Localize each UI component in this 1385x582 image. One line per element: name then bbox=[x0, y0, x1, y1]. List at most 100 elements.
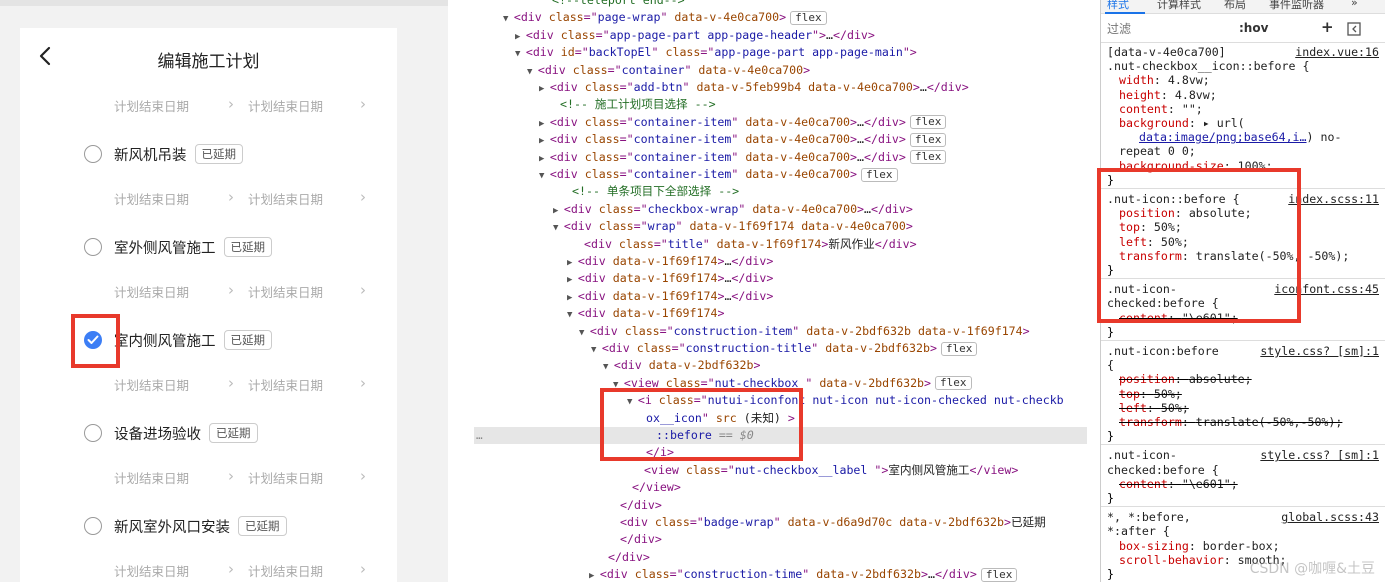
flex-badge[interactable]: flex bbox=[940, 341, 978, 356]
task-checkbox[interactable] bbox=[84, 331, 102, 349]
toggle-sidebar-icon[interactable] bbox=[1347, 22, 1361, 36]
dom-node-line[interactable]: ▼ <i class="nutui-iconfont nut-icon nut-… bbox=[474, 392, 1087, 409]
tab-computed[interactable]: 计算样式 bbox=[1157, 0, 1201, 12]
css-declaration[interactable]: repeat 0 0; bbox=[1107, 144, 1379, 158]
css-declaration[interactable]: content: "\e601"; bbox=[1107, 477, 1379, 491]
date-picker-start[interactable]: 计划结束日期 › bbox=[114, 468, 234, 486]
flex-badge[interactable]: flex bbox=[861, 167, 898, 182]
dom-node-line[interactable]: <!-- 施工计划项目选择 --> bbox=[474, 96, 1087, 113]
task-checkbox[interactable] bbox=[84, 424, 102, 442]
dom-node-line[interactable]: </div> bbox=[474, 497, 1087, 514]
css-declaration[interactable]: position: absolute; bbox=[1107, 372, 1379, 386]
css-declaration[interactable]: top: 50%; bbox=[1107, 220, 1379, 234]
dom-node-line[interactable]: ▶ <div class="container-item" data-v-4e0… bbox=[474, 149, 1087, 166]
collapse-triangle-icon[interactable]: ▼ bbox=[591, 345, 602, 355]
date-picker-start[interactable]: 计划结束日期 › bbox=[114, 375, 234, 393]
task-checkbox[interactable] bbox=[84, 238, 102, 256]
tab-layout[interactable]: 布局 bbox=[1224, 0, 1246, 12]
css-declaration[interactable]: left: 50%; bbox=[1107, 235, 1379, 249]
collapse-triangle-icon[interactable]: ▼ bbox=[539, 171, 550, 181]
dom-node-line[interactable]: ▶ <div class="container-item" data-v-4e0… bbox=[474, 114, 1087, 131]
date-picker-start[interactable]: 计划结束日期 › bbox=[114, 282, 234, 300]
date-picker-end[interactable]: 计划结束日期 › bbox=[248, 468, 368, 486]
task-checkbox[interactable] bbox=[84, 145, 102, 163]
dom-node-line[interactable]: ▶ <div class="add-btn" data-v-5feb99b4 d… bbox=[474, 79, 1087, 96]
date-picker-end[interactable]: 计划结束日期 › bbox=[248, 282, 368, 300]
dom-node-line[interactable]: ▶ <div class="app-page-part app-page-hea… bbox=[474, 27, 1087, 44]
collapse-triangle-icon[interactable]: ▼ bbox=[579, 328, 590, 338]
expand-triangle-icon[interactable]: ▶ bbox=[553, 206, 564, 216]
dom-node-line[interactable]: ▼ <div class="construction-title" data-v… bbox=[474, 340, 1087, 357]
flex-badge[interactable]: flex bbox=[909, 115, 947, 130]
flex-badge[interactable]: flex bbox=[909, 150, 947, 165]
expand-triangle-icon[interactable]: ▶ bbox=[539, 154, 550, 164]
css-declaration[interactable]: width: 4.8vw; bbox=[1107, 73, 1379, 87]
data-url-link[interactable]: data:image/png;base64,i… bbox=[1139, 130, 1307, 144]
dom-node-line[interactable]: </i> bbox=[474, 444, 1087, 461]
expand-triangle-icon[interactable]: ▶ bbox=[539, 136, 550, 146]
dom-node-line[interactable]: <!-- 单条项目下全部选择 --> bbox=[474, 183, 1087, 200]
flex-badge[interactable]: flex bbox=[980, 567, 1018, 582]
expand-triangle-icon[interactable]: ▶ bbox=[539, 119, 550, 129]
tab-more[interactable]: » bbox=[1351, 0, 1358, 9]
rule-source-link[interactable]: style.css? [sm]:1 bbox=[1260, 448, 1379, 462]
rule-source-link[interactable]: index.vue:16 bbox=[1295, 45, 1379, 59]
collapse-triangle-icon[interactable]: ▼ bbox=[515, 49, 526, 59]
dom-node-line[interactable]: ▼ <div class="container" data-v-4e0ca700… bbox=[474, 62, 1087, 79]
css-declaration[interactable]: background: ▸ url( bbox=[1107, 116, 1379, 130]
expand-triangle-icon[interactable]: ▶ bbox=[567, 258, 578, 268]
tab-styles[interactable]: 样式 bbox=[1107, 0, 1129, 12]
dom-node-line[interactable]: <div class="title" data-v-1f69f174>新风作业<… bbox=[474, 236, 1087, 253]
tab-event-listeners[interactable]: 事件监听器 bbox=[1269, 0, 1324, 12]
dom-node-line[interactable]: <!--teleport end--> bbox=[474, 0, 1087, 9]
expand-triangle-icon[interactable]: ▶ bbox=[589, 571, 600, 581]
date-picker-start[interactable]: 计划结束日期 › bbox=[114, 561, 234, 579]
dom-node-line[interactable]: ▶ <div class="construction-time" data-v-… bbox=[474, 566, 1087, 582]
date-picker-start[interactable]: 计划结束日期 › bbox=[114, 96, 234, 114]
css-declaration[interactable]: box-sizing: border-box; bbox=[1107, 539, 1379, 553]
dom-node-line[interactable]: </div> bbox=[474, 531, 1087, 548]
rule-source-link[interactable]: index.scss:11 bbox=[1288, 192, 1379, 206]
new-rule-button[interactable]: + bbox=[1321, 18, 1334, 36]
dom-node-line[interactable]: ▼ <div class="construction-item" data-v-… bbox=[474, 323, 1087, 340]
dom-node-line[interactable]: ▼ <div class="page-wrap" data-v-4e0ca700… bbox=[474, 9, 1087, 26]
flex-badge[interactable]: flex bbox=[909, 132, 947, 147]
css-declaration[interactable]: top: 50%; bbox=[1107, 387, 1379, 401]
dom-node-line[interactable]: ▼ <div class="wrap" data-v-1f69f174 data… bbox=[474, 218, 1087, 235]
rule-source-link[interactable]: iconfont.css:45 bbox=[1274, 282, 1379, 296]
dom-node-line[interactable]: ▼ <div class="container-item" data-v-4e0… bbox=[474, 166, 1087, 183]
css-declaration[interactable]: transform: translate(-50%, -50%); bbox=[1107, 249, 1379, 263]
dom-node-line[interactable]: ::before == $0… bbox=[474, 427, 1087, 444]
date-picker-end[interactable]: 计划结束日期 › bbox=[248, 375, 368, 393]
collapse-triangle-icon[interactable]: ▼ bbox=[567, 310, 578, 320]
collapse-triangle-icon[interactable]: ▼ bbox=[613, 380, 624, 390]
collapse-triangle-icon[interactable]: ▼ bbox=[627, 397, 638, 407]
hover-state-button[interactable]: :hov bbox=[1239, 21, 1268, 35]
task-checkbox[interactable] bbox=[84, 517, 102, 535]
dom-node-line[interactable]: </div> bbox=[474, 549, 1087, 566]
dom-node-line[interactable]: ▼ <div data-v-1f69f174> bbox=[474, 305, 1087, 322]
date-picker-end[interactable]: 计划结束日期 › bbox=[248, 96, 368, 114]
css-declaration[interactable]: transform: translate(-50%,-50%); bbox=[1107, 415, 1379, 429]
styles-filter-input[interactable] bbox=[1107, 19, 1227, 39]
date-picker-end[interactable]: 计划结束日期 › bbox=[248, 189, 368, 207]
dom-node-line[interactable]: ▼ <div data-v-2bdf632b> bbox=[474, 357, 1087, 374]
expand-triangle-icon[interactable]: ▶ bbox=[567, 275, 578, 285]
rule-source-link[interactable]: global.scss:43 bbox=[1281, 510, 1379, 524]
collapse-triangle-icon[interactable]: ▼ bbox=[503, 14, 514, 24]
css-declaration[interactable]: height: 4.8vw; bbox=[1107, 88, 1379, 102]
date-picker-end[interactable]: 计划结束日期 › bbox=[248, 561, 368, 579]
css-declaration[interactable]: content: "\e601"; bbox=[1107, 311, 1379, 325]
dom-node-line[interactable]: <view class="nut-checkbox__label ">室内侧风管… bbox=[474, 462, 1087, 479]
collapse-triangle-icon[interactable]: ▼ bbox=[603, 362, 614, 372]
collapse-triangle-icon[interactable]: ▼ bbox=[527, 67, 538, 77]
dom-node-line[interactable]: </view> bbox=[474, 479, 1087, 496]
expand-triangle-icon[interactable]: ▶ bbox=[539, 84, 550, 94]
css-declaration[interactable]: position: absolute; bbox=[1107, 206, 1379, 220]
expand-triangle-icon[interactable]: ▶ bbox=[515, 32, 526, 42]
flex-badge[interactable]: flex bbox=[935, 376, 972, 391]
css-declaration[interactable]: data:image/png;base64,i…) no- bbox=[1107, 130, 1379, 144]
expand-triangle-icon[interactable]: ▶ bbox=[567, 293, 578, 303]
date-picker-start[interactable]: 计划结束日期 › bbox=[114, 189, 234, 207]
dom-node-line[interactable]: ▶ <div class="container-item" data-v-4e0… bbox=[474, 131, 1087, 148]
